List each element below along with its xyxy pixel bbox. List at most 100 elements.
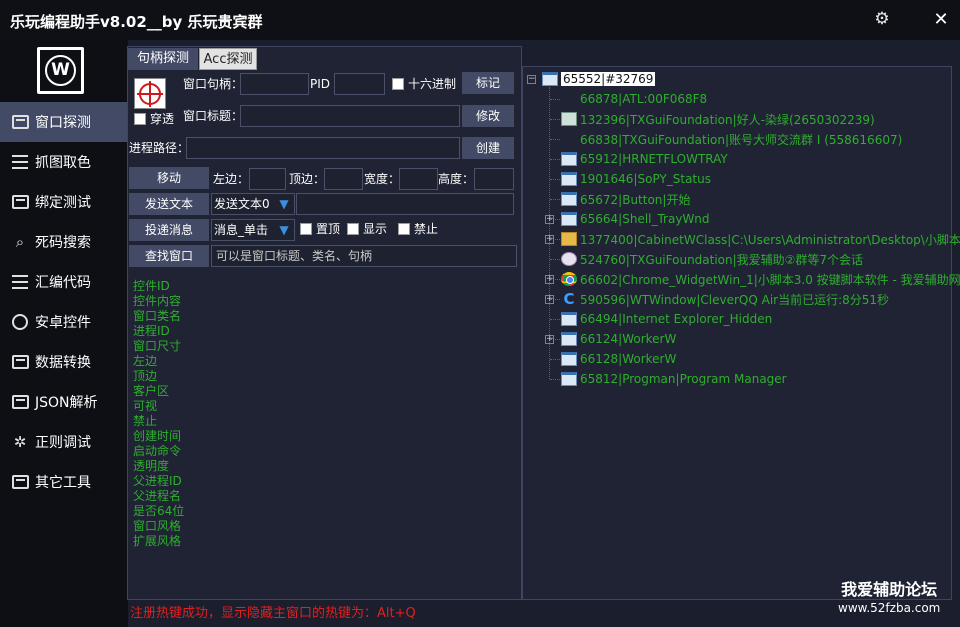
top-input[interactable] [324,168,363,190]
sidebar-item-label: JSON解析 [35,395,98,411]
sidebar-item-bind-test[interactable]: 绑定测试 [0,182,128,222]
move-button[interactable]: 移动 [129,167,209,189]
handle-label: 窗口句柄： [183,77,244,91]
sidebar-item-json-parse[interactable]: JSON解析 [0,382,128,422]
tree-node[interactable]: 66838|TXGuiFoundation|账号大师交流群 I (5586166… [561,129,902,149]
pid-input[interactable] [334,73,385,95]
send-text-select[interactable]: 发送文本0 ▼ [211,193,295,215]
post-message-button[interactable]: 投递消息 [129,219,209,241]
property-label: 窗口类名 [133,309,182,323]
cq-icon: C [563,290,575,308]
tree-root-node[interactable]: 65552|#32769 [542,69,656,89]
status-message: 注册热键成功，显示隐藏主窗口的热键为：Alt+Q [130,606,416,621]
title-input[interactable] [240,105,460,127]
show-checkbox[interactable] [347,223,359,235]
property-label: 客户区 [133,384,170,398]
tree-node[interactable]: 524760|TXGuiFoundation|我爱辅助②群等7个会话 [561,249,863,269]
hex-checkbox[interactable] [392,78,404,90]
mark-button[interactable]: 标记 [462,72,514,94]
property-label: 启动命令 [133,444,182,458]
tree-node[interactable]: 66878|ATL:00F068F8 [561,89,707,109]
tree-expander-icon[interactable]: + [545,335,554,344]
property-label: 控件ID [133,279,170,293]
sidebar-item-code-search[interactable]: ⌕ 死码搜索 [0,222,128,262]
disable-checkbox[interactable] [398,223,410,235]
send-text-input[interactable] [296,193,514,215]
tree-node-label: 66878|ATL:00F068F8 [580,92,708,106]
property-label: 控件内容 [133,294,182,308]
width-label: 宽度： [364,172,401,186]
find-window-button[interactable]: 查找窗口 [129,245,209,267]
sidebar-item-capture-color[interactable]: 抓图取色 [0,142,128,182]
find-window-input[interactable]: 可以是窗口标题、类名、句柄 [211,245,517,267]
tree-expander-icon[interactable]: + [545,235,554,244]
property-label: 扩展风格 [133,534,182,548]
gear-icon[interactable]: ⚙ [872,9,892,29]
handle-input[interactable] [240,73,309,95]
tree-branch-line [550,159,560,160]
tree-node-label: 65552|#32769 [561,72,656,86]
sidebar-item-regex-debug[interactable]: ✲ 正则调试 [0,422,128,462]
left-input[interactable] [249,168,286,190]
tree-node-label: 65812|Progman|Program Manager [580,372,787,386]
left-label: 左边： [213,172,250,186]
tree-expander-icon[interactable]: + [545,275,554,284]
property-label: 窗口尺寸 [133,339,182,353]
width-input[interactable] [399,168,438,190]
tree-node[interactable]: 65812|Progman|Program Manager [561,369,787,389]
sidebar-item-label: 数据转换 [35,355,91,371]
tree-node[interactable]: C 590596|WTWindow|CleverQQ Air当前已运行:8分51秒 [561,289,889,309]
sidebar-item-label: 死码搜索 [35,235,91,251]
tree-node[interactable]: 65912|HRNETFLOWTRAY [561,149,728,169]
property-label: 父进程名 [133,489,182,503]
sidebar-item-window-probe[interactable]: 窗口探测 [0,102,128,142]
tree-branch-line [550,99,560,100]
pass-through-checkbox[interactable] [134,113,146,125]
tree-node[interactable]: 65664|Shell_TrayWnd [561,209,710,229]
sidebar-item-label: 安卓控件 [35,315,91,331]
height-input[interactable] [474,168,514,190]
window-icon [561,312,577,326]
tree-node-label: 65912|HRNETFLOWTRAY [580,152,728,166]
show-label: 显示 [363,222,388,236]
sidebar-item-asm-code[interactable]: 汇编代码 [0,262,128,302]
send-text-button[interactable]: 发送文本 [129,193,209,215]
property-label: 透明度 [133,459,170,473]
sidebar-item-other-tools[interactable]: 其它工具 [0,462,128,502]
window-icon [561,152,577,166]
pass-through-label: 穿透 [150,112,175,126]
property-label: 顶边 [133,369,158,383]
tree-node[interactable]: 66602|Chrome_WidgetWin_1|小脚本3.0 按键脚本软件 -… [561,269,960,289]
tree-node-label: 132396|TXGuiFoundation|好人-染绿(2650302239) [580,112,875,127]
watermark-title: 我爱辅助论坛 [841,580,938,599]
crosshair-target-icon[interactable] [134,78,166,109]
tree-node[interactable]: 1901646|SoPY_Status [561,169,711,189]
property-label: 进程ID [133,324,170,338]
path-input[interactable] [186,137,460,159]
property-list: 控件ID 控件内容 窗口类名 进程ID 窗口尺寸 左边 顶边 客户区 可视 禁止… [133,279,184,549]
sidebar-item-android-controls[interactable]: 安卓控件 [0,302,128,342]
tree-node[interactable]: 66128|WorkerW [561,349,676,369]
topmost-checkbox[interactable] [300,223,312,235]
create-button[interactable]: 创建 [462,137,514,159]
chevron-down-icon: ▼ [279,223,289,237]
tab-handle-probe[interactable]: 句柄探测 [128,48,198,70]
pid-label: PID [310,77,331,91]
tree-expander-icon[interactable]: + [545,295,554,304]
tree-node-label: 524760|TXGuiFoundation|我爱辅助②群等7个会话 [580,252,864,267]
sidebar-item-data-convert[interactable]: 数据转换 [0,342,128,382]
close-icon[interactable]: ✕ [930,9,952,31]
tree-expander-icon[interactable]: − [527,75,536,84]
modify-button[interactable]: 修改 [462,105,514,127]
tree-expander-icon[interactable]: + [545,215,554,224]
tree-node-label: 65664|Shell_TrayWnd [580,212,710,226]
tree-node[interactable]: 132396|TXGuiFoundation|好人-染绿(2650302239) [561,109,875,129]
tree-node[interactable]: 66494|Internet Explorer_Hidden [561,309,772,329]
window-icon [561,172,577,186]
tree-node-label: 590596|WTWindow|CleverQQ Air当前已运行:8分51秒 [580,292,890,307]
message-type-select[interactable]: 消息_单击 ▼ [211,219,295,241]
tree-node[interactable]: 1377400|CabinetWClass|C:\Users\Administr… [561,229,960,249]
tree-node[interactable]: 65672|Button|开始 [561,189,690,209]
tree-node[interactable]: 66124|WorkerW [561,329,676,349]
tab-acc-probe[interactable]: Acc探测 [199,48,257,70]
